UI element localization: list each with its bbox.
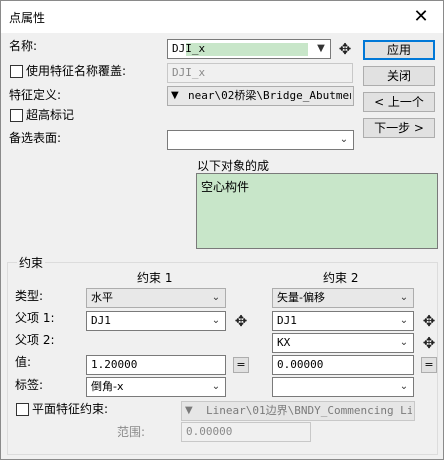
constraint-2-type-value: 矢量-偏移: [277, 291, 325, 304]
objects-listbox[interactable]: 空心构件: [196, 173, 438, 249]
constraint-1-tag-combo[interactable]: 倒角-x ⌄: [86, 377, 226, 397]
pick-parent-icon[interactable]: ✥: [233, 311, 249, 331]
chevron-down-icon: ⌄: [339, 134, 349, 145]
chevron-down-icon: ⌄: [211, 292, 221, 303]
pick-parent-icon[interactable]: ✥: [421, 311, 437, 331]
chevron-down-icon: ▼: [171, 90, 179, 101]
name-combo[interactable]: DJI_x ▼: [167, 39, 331, 59]
alternate-surface-label: 备选表面:: [9, 131, 62, 145]
planar-constraint-checkbox[interactable]: [16, 403, 29, 416]
constraint-1-tag-value: 倒角-x: [91, 380, 124, 393]
constraint-1-value-field[interactable]: 1.20000: [86, 355, 226, 375]
chevron-down-icon: ▼: [317, 43, 325, 54]
window-title: 点属性: [9, 11, 46, 25]
value-label: 值:: [15, 355, 32, 369]
override-label: 使用特征名称覆盖:: [26, 64, 127, 78]
constraint-2-type-combo[interactable]: 矢量-偏移 ⌄: [272, 288, 414, 308]
chevron-down-icon: ⌄: [211, 315, 221, 326]
name-label: 名称:: [9, 39, 38, 53]
range-label: 范围:: [117, 425, 146, 439]
constraint-1-parent-1-combo[interactable]: DJ1 ⌄: [86, 311, 226, 331]
constraint-2-header: 约束 2: [323, 271, 359, 285]
planar-feature-combo: ▼ Linear\01边界\BNDY_Commencing Line: [181, 401, 415, 421]
pick-parent-icon[interactable]: ✥: [421, 333, 437, 353]
constraint-1-header: 约束 1: [137, 271, 173, 285]
constraint-2-parent-1-value: DJ1: [277, 314, 297, 327]
objects-label: 以下对象的成: [197, 159, 270, 173]
list-item[interactable]: 空心构件: [201, 178, 433, 195]
constraint-1-type-value: 水平: [91, 291, 113, 304]
constraint-2-value-field[interactable]: 0.00000: [272, 355, 414, 375]
constraints-group-label: 约束: [17, 256, 46, 270]
constraint-1-parent-1-value: DJ1: [91, 314, 111, 327]
equals-button[interactable]: =: [421, 357, 437, 373]
previous-button[interactable]: < 上一个: [363, 92, 435, 112]
planar-feature-value: Linear\01边界\BNDY_Commencing Line: [206, 404, 412, 417]
override-name-field: DJI_x: [167, 63, 353, 83]
chevron-down-icon: ⌄: [399, 337, 409, 348]
feature-definition-combo[interactable]: ▼ near\02桥梁\Bridge_Abutment: [167, 86, 354, 106]
chevron-down-icon: ⌄: [211, 381, 221, 392]
name-value: DJI_x: [172, 42, 206, 55]
superelevation-checkbox[interactable]: [10, 109, 23, 122]
type-label: 类型:: [15, 289, 44, 303]
range-field: 0.00000: [181, 422, 311, 442]
planar-constraint-label: 平面特征约束:: [32, 402, 109, 416]
feature-definition-label: 特征定义:: [9, 88, 62, 102]
point-properties-dialog: 点属性 ✕ 名称: DJI_x ▼ ✥ 使用特征名称覆盖: DJI_x 特征定义…: [0, 0, 444, 460]
title-bar: 点属性 ✕: [1, 1, 443, 33]
close-button[interactable]: 关闭: [363, 66, 435, 86]
chevron-down-icon: ⌄: [399, 315, 409, 326]
chevron-down-icon: ▼: [185, 405, 193, 416]
close-icon[interactable]: ✕: [399, 1, 443, 32]
superelevation-label: 超高标记: [26, 108, 75, 122]
parent-2-label: 父项 2:: [15, 333, 55, 347]
next-button[interactable]: 下一步 >: [363, 118, 435, 138]
alternate-surface-combo[interactable]: ⌄: [167, 130, 354, 150]
constraint-2-parent-2-combo[interactable]: KX ⌄: [272, 333, 414, 353]
apply-button[interactable]: 应用: [363, 40, 435, 60]
constraint-2-parent-1-combo[interactable]: DJ1 ⌄: [272, 311, 414, 331]
constraint-1-type-combo[interactable]: 水平 ⌄: [86, 288, 226, 308]
feature-definition-value: near\02桥梁\Bridge_Abutment: [188, 89, 351, 102]
override-checkbox[interactable]: [10, 65, 23, 78]
constraint-2-parent-2-value: KX: [277, 336, 291, 349]
chevron-down-icon: ⌄: [399, 292, 409, 303]
pick-point-icon[interactable]: ✥: [337, 39, 353, 59]
constraint-2-tag-combo[interactable]: ⌄: [272, 377, 414, 397]
chevron-down-icon: ⌄: [399, 381, 409, 392]
parent-1-label: 父项 1:: [15, 311, 55, 325]
equals-button[interactable]: =: [233, 357, 249, 373]
tag-label: 标签:: [15, 378, 44, 392]
